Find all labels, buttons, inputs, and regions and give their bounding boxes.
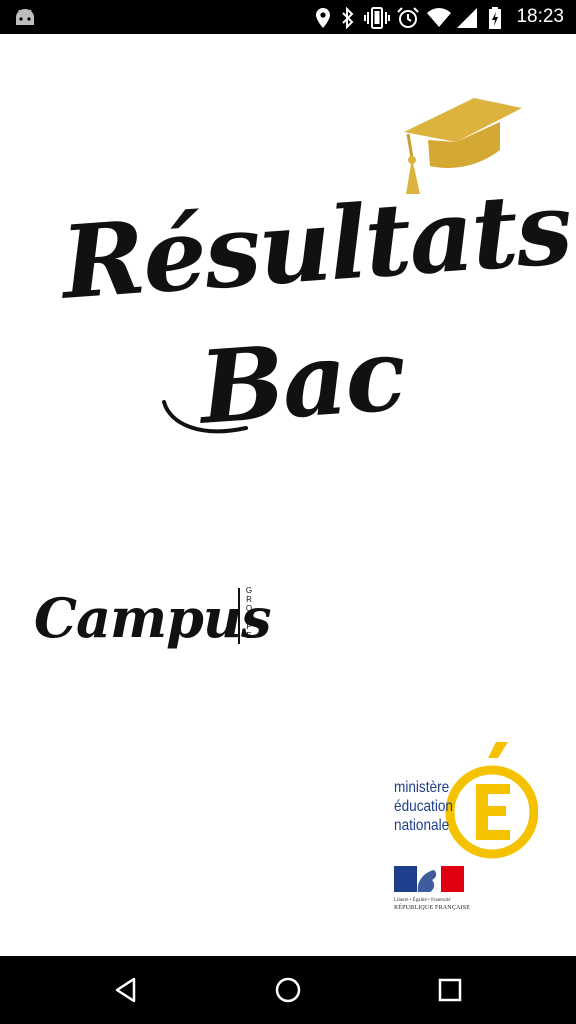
signal-icon xyxy=(456,7,478,33)
location-icon xyxy=(314,7,332,33)
campus-logo-text: Campus xyxy=(34,586,272,650)
android-icon xyxy=(14,7,36,31)
back-triangle-icon xyxy=(115,977,136,1003)
republique-francaise-logo: Liberté • Égalité • Fraternité RÉPUBLIQU… xyxy=(394,866,471,911)
home-circle-icon xyxy=(275,977,301,1003)
status-bar: 18:23 xyxy=(0,0,576,34)
app-title-line-1: Résultats xyxy=(57,168,575,322)
republique-name: RÉPUBLIQUE FRANÇAISE xyxy=(394,905,471,911)
campus-logo-subtitle: GROUPE xyxy=(245,586,253,640)
ministere-text: ministère éducation nationale xyxy=(394,778,453,835)
republique-motto: Liberté • Égalité • Fraternité xyxy=(394,898,451,903)
marianne-flag-icon xyxy=(394,866,464,892)
wifi-icon xyxy=(426,7,452,33)
alarm-icon xyxy=(396,7,420,33)
campus-logo-divider xyxy=(238,588,240,644)
ministere-e-logo-icon xyxy=(445,742,538,859)
campus-logo: Campus GROUPE xyxy=(34,586,272,650)
splash-screen: Résultats Bac Campus GROUPE ministère éd… xyxy=(0,34,576,956)
navigation-bar xyxy=(0,956,576,1024)
recents-button[interactable] xyxy=(436,976,464,1004)
recents-square-icon xyxy=(438,978,462,1002)
back-button[interactable] xyxy=(112,976,140,1004)
ministere-line-3: nationale xyxy=(394,817,450,834)
status-time: 18:23 xyxy=(516,6,564,27)
ministere-line-2: éducation xyxy=(394,798,453,815)
vibrate-icon xyxy=(364,7,390,33)
bluetooth-icon xyxy=(340,6,356,33)
ministere-line-1: ministère xyxy=(394,779,450,796)
battery-charging-icon xyxy=(488,7,502,33)
title-swash-decoration xyxy=(162,400,248,434)
ministere-logo: ministère éducation nationale xyxy=(394,738,544,868)
home-button[interactable] xyxy=(274,976,302,1004)
